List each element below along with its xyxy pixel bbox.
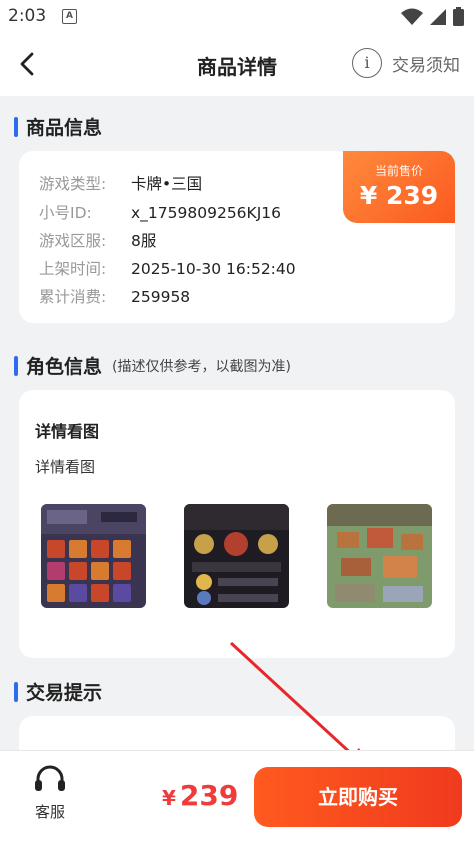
info-key: 累计消费: [39,288,107,306]
role-info-note: (描述仅供参考，以截图为准) [112,358,291,375]
info-key: 小号ID: [39,204,92,222]
product-info-title: 商品信息 [26,117,103,139]
product-info-card: 游戏类型: 卡牌•三国 小号ID: x_1759809256KJ16 游戏区服: 8服… [19,151,455,323]
info-key: 游戏类型: [39,175,107,193]
game-screenshot-2[interactable] [184,504,289,608]
info-value: 卡牌•三国 [131,175,203,193]
status-icons [401,7,464,26]
role-info-title: 角色信息 [26,356,103,378]
current-price-badge: 当前售价 ¥ 239 [343,151,455,223]
info-icon: i [352,48,382,78]
info-value: 259958 [131,288,191,306]
trade-tips-heading: 交易提示 [14,678,102,705]
total-price-value: 239 [179,779,239,812]
buy-now-button[interactable]: 立即购买 [254,767,462,827]
price-value: ¥ 239 [359,181,439,210]
status-time: 2:03 [8,6,47,26]
trade-notice-label: 交易须知 [392,55,460,76]
content-area[interactable]: 商品信息 游戏类型: 卡牌•三国 小号ID: x_1759809256KJ16 游戏… [0,96,474,750]
role-info-card: 详情看图 详情看图 [19,390,455,658]
total-price: ¥239 [162,779,238,812]
info-row: 小号ID: x_1759809256KJ16 [39,201,281,223]
info-row: 游戏区服: 8服 [39,229,156,251]
info-value: x_1759809256KJ16 [131,204,281,222]
customer-service-label: 客服 [34,803,65,821]
headset-icon [35,765,65,791]
game-screenshot-3[interactable] [327,504,432,608]
product-info-heading: 商品信息 [14,113,102,140]
bottom-bar: 客服 ¥239 立即购买 [0,750,474,843]
info-row: 累计消费: 259958 [39,285,190,307]
info-value: 2025-10-30 16:52:40 [131,260,296,278]
notification-icon: A [62,9,77,24]
info-value: 8服 [131,232,157,250]
trade-notice-button[interactable]: i 交易须知 [352,48,460,78]
game-screenshot-1[interactable] [41,504,146,608]
role-info-heading: 角色信息 (描述仅供参考，以截图为准) [14,352,291,379]
nav-bar: 商品详情 i 交易须知 [0,32,474,96]
currency-symbol: ¥ [162,786,176,810]
customer-service-button[interactable]: 客服 [26,765,74,822]
status-bar: 2:03 A [0,0,474,32]
info-key: 游戏区服: [39,232,107,250]
section-accent-bar [14,681,18,702]
wifi-icon [401,8,423,25]
detail-title: 详情看图 [35,422,100,441]
battery-icon [453,7,464,26]
info-row: 上架时间: 2025-10-30 16:52:40 [39,257,296,279]
detail-text: 详情看图 [35,458,96,476]
info-row: 游戏类型: 卡牌•三国 [39,172,202,194]
section-accent-bar [14,116,18,137]
price-label: 当前售价 [374,164,423,178]
signal-icon [430,8,446,25]
section-accent-bar [14,355,18,376]
trade-tips-title: 交易提示 [26,682,103,704]
trade-tips-card [19,716,455,750]
info-key: 上架时间: [39,260,107,278]
